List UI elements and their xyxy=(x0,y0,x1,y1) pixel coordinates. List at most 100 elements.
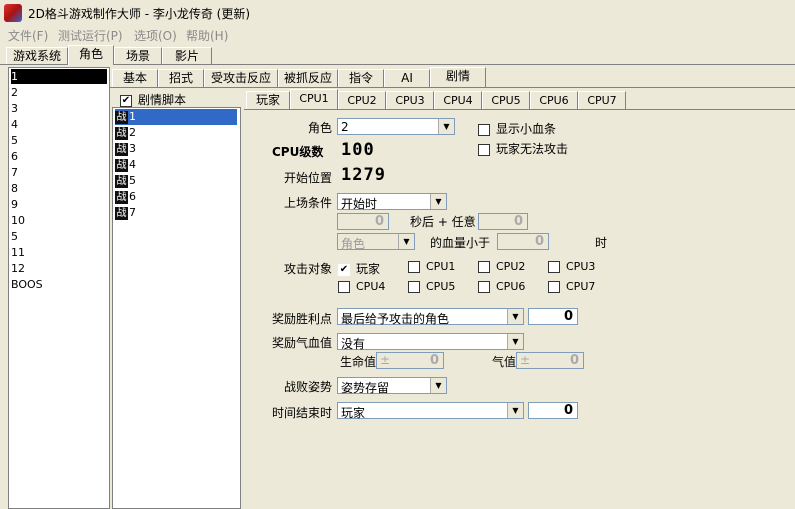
script-list[interactable]: 战1 战2 战3 战4 战5 战6 战7 xyxy=(112,107,241,509)
list-item[interactable]: 6 xyxy=(11,149,18,164)
tab-commands[interactable]: 指令 xyxy=(338,69,384,87)
qi-label: 气值 xyxy=(492,355,517,369)
tab-ai[interactable]: AI xyxy=(384,69,430,87)
tab-game-system[interactable]: 游戏系统 xyxy=(6,47,68,65)
target-cpu5-checkbox[interactable]: CPU5 xyxy=(408,280,455,293)
cputab-divider xyxy=(244,109,795,110)
chevron-down-icon[interactable]: ▼ xyxy=(438,119,454,134)
seconds-value: 0 xyxy=(374,214,384,229)
target-cpu7-checkbox[interactable]: CPU7 xyxy=(548,280,595,293)
defeat-pose-value: 姿势存留 xyxy=(341,381,390,395)
tab-cpu4[interactable]: CPU4 xyxy=(434,91,482,109)
seconds-field[interactable]: 0 xyxy=(337,213,389,230)
defeat-pose-select[interactable]: 姿势存留 ▼ xyxy=(337,377,447,395)
list-item[interactable]: 战6 xyxy=(115,189,136,205)
checkmark-icon[interactable]: ✔ xyxy=(338,263,350,276)
chevron-down-icon[interactable]: ▼ xyxy=(507,403,523,418)
chevron-down-icon[interactable]: ▼ xyxy=(398,234,414,249)
tab-hit-reaction[interactable]: 受攻击反应 xyxy=(204,69,278,87)
hp-role-select[interactable]: 角色 ▼ xyxy=(337,233,415,251)
checkbox-box[interactable] xyxy=(478,123,490,136)
list-item[interactable]: 2 xyxy=(11,85,18,100)
list-item[interactable]: 战3 xyxy=(115,141,136,157)
list-item[interactable]: 战1 xyxy=(115,109,237,125)
target-cpu2-checkbox[interactable]: CPU2 xyxy=(478,260,525,273)
list-item[interactable]: BOOS xyxy=(11,277,43,292)
reward-hp-select[interactable]: 没有 ▼ xyxy=(337,333,524,351)
tab-cpu2[interactable]: CPU2 xyxy=(338,91,386,109)
tab-player[interactable]: 玩家 xyxy=(246,91,290,109)
checkbox-box[interactable] xyxy=(548,261,560,273)
chevron-down-icon[interactable]: ▼ xyxy=(430,194,446,209)
target-cpu4-checkbox[interactable]: CPU4 xyxy=(338,280,385,293)
reward-hp-value: 没有 xyxy=(341,337,366,351)
tab-basic[interactable]: 基本 xyxy=(112,69,158,87)
menu-bar: 文件(F) 测试运行(P) 选项(O) 帮助(H) xyxy=(0,26,795,44)
menu-options[interactable]: 选项(O) xyxy=(134,27,177,44)
appear-condition-select[interactable]: 开始时 ▼ xyxy=(337,193,447,211)
role-value: 2 xyxy=(341,120,349,134)
checkbox-box[interactable] xyxy=(408,281,420,293)
role-select[interactable]: 2 ▼ xyxy=(337,118,455,135)
list-item[interactable]: 战7 xyxy=(115,205,136,221)
checkbox-box[interactable] xyxy=(408,261,420,273)
list-item[interactable]: 11 xyxy=(11,245,25,260)
tab-scene[interactable]: 场景 xyxy=(114,47,162,65)
life-field[interactable]: ±0 xyxy=(376,352,444,369)
list-item[interactable]: 5 xyxy=(11,229,18,244)
chevron-down-icon[interactable]: ▼ xyxy=(507,334,523,349)
tab-cpu1[interactable]: CPU1 xyxy=(290,89,338,109)
list-item[interactable]: 7 xyxy=(11,165,18,180)
cpu-level-value[interactable]: 100 xyxy=(341,140,375,160)
target-cpu6-checkbox[interactable]: CPU6 xyxy=(478,280,525,293)
menu-help[interactable]: 帮助(H) xyxy=(186,27,228,44)
list-item[interactable]: 战2 xyxy=(115,125,136,141)
target-player-checkbox[interactable]: ✔ 玩家 xyxy=(338,260,380,277)
character-list[interactable]: 1 2 3 4 5 6 7 8 9 10 5 11 12 BOOS xyxy=(8,67,110,509)
target-cpu1-checkbox[interactable]: CPU1 xyxy=(408,260,455,273)
list-item[interactable]: 9 xyxy=(11,197,18,212)
start-position-value[interactable]: 1279 xyxy=(341,165,386,185)
checkbox-box[interactable] xyxy=(478,261,490,273)
list-item[interactable]: 战5 xyxy=(115,173,136,189)
list-item[interactable]: 12 xyxy=(11,261,25,276)
reward-win-number[interactable]: 0 xyxy=(528,308,578,325)
seconds-any-field[interactable]: 0 xyxy=(478,213,528,230)
list-item[interactable]: 3 xyxy=(11,101,18,116)
checkbox-box[interactable] xyxy=(478,281,490,293)
qi-field[interactable]: ±0 xyxy=(516,352,584,369)
chevron-down-icon[interactable]: ▼ xyxy=(507,309,523,324)
tab-cpu5[interactable]: CPU5 xyxy=(482,91,530,109)
time-end-number[interactable]: 0 xyxy=(528,402,578,419)
list-item[interactable]: 1 xyxy=(11,69,107,84)
tab-story[interactable]: 剧情 xyxy=(430,67,486,87)
show-hp-bar-checkbox[interactable]: 显示小血条 xyxy=(478,120,556,137)
app-icon xyxy=(4,4,22,22)
tab-character[interactable]: 角色 xyxy=(68,45,114,65)
checkbox-box[interactable] xyxy=(338,281,350,293)
list-item[interactable]: 8 xyxy=(11,181,18,196)
tab-grab-reaction[interactable]: 被抓反应 xyxy=(278,69,338,87)
target-cpu3-checkbox[interactable]: CPU3 xyxy=(548,260,595,273)
checkbox-mark[interactable]: ✔ xyxy=(120,94,132,107)
chevron-down-icon[interactable]: ▼ xyxy=(430,378,446,393)
reward-win-num-value: 0 xyxy=(563,309,573,324)
list-item[interactable]: 10 xyxy=(11,213,25,228)
tab-cpu7[interactable]: CPU7 xyxy=(578,91,626,109)
story-script-checkbox[interactable]: ✔ 剧情脚本 xyxy=(120,91,186,108)
time-end-select[interactable]: 玩家 ▼ xyxy=(337,402,524,420)
checkbox-box[interactable] xyxy=(548,281,560,293)
menu-test-run[interactable]: 测试运行(P) xyxy=(58,27,123,44)
tab-cpu3[interactable]: CPU3 xyxy=(386,91,434,109)
list-item[interactable]: 4 xyxy=(11,117,18,132)
tab-movie[interactable]: 影片 xyxy=(162,47,212,65)
tab-moves[interactable]: 招式 xyxy=(158,69,204,87)
list-item[interactable]: 战4 xyxy=(115,157,136,173)
player-no-attack-checkbox[interactable]: 玩家无法攻击 xyxy=(478,140,568,157)
hp-less-field[interactable]: 0 xyxy=(497,233,549,250)
menu-file[interactable]: 文件(F) xyxy=(8,27,48,44)
checkbox-box[interactable] xyxy=(478,143,490,156)
list-item[interactable]: 5 xyxy=(11,133,18,148)
reward-win-select[interactable]: 最后给予攻击的角色 ▼ xyxy=(337,308,524,326)
tab-cpu6[interactable]: CPU6 xyxy=(530,91,578,109)
